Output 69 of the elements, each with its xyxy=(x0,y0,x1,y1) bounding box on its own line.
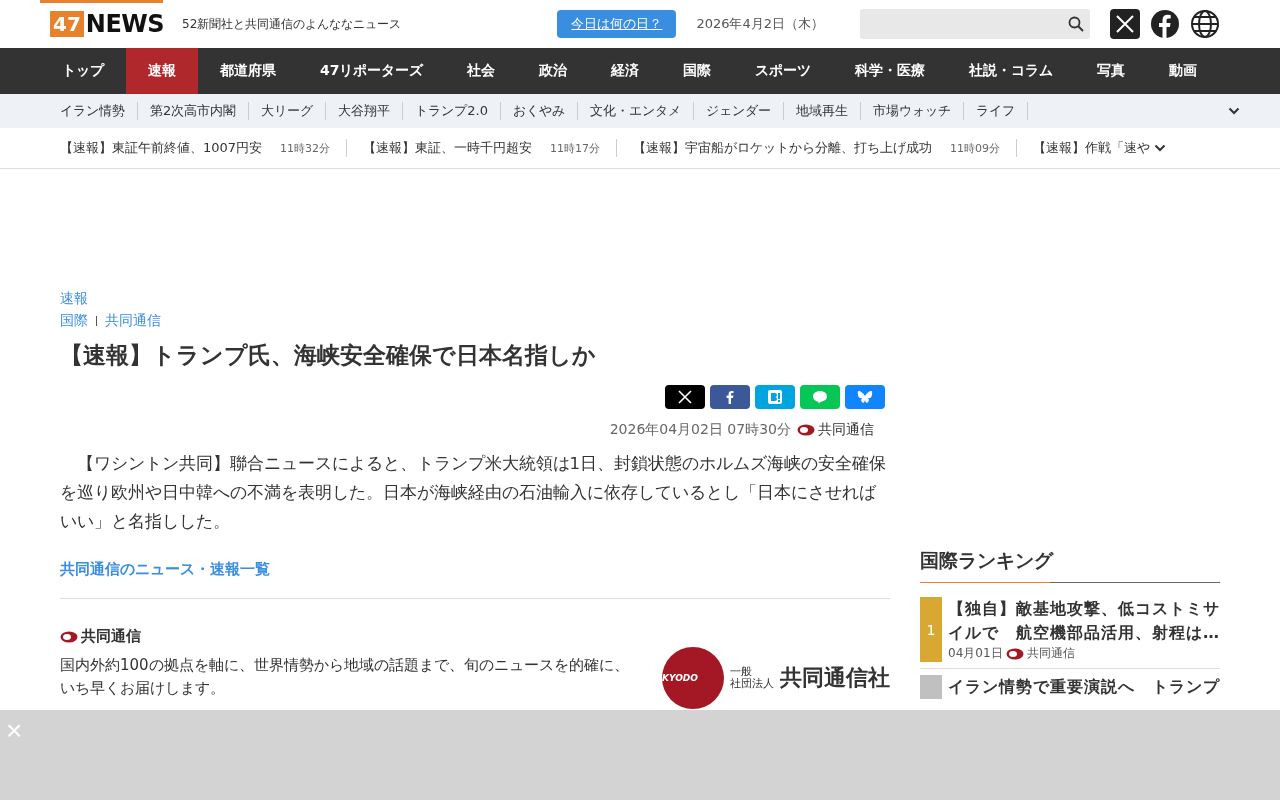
topic-link[interactable]: 第2次高市内閣 xyxy=(138,102,250,120)
ticker-time: 11時09分 xyxy=(950,141,1001,156)
breadcrumb-link[interactable]: 国際 xyxy=(60,312,88,330)
nav-tab[interactable]: 速報 xyxy=(126,48,198,94)
search-field[interactable] xyxy=(860,9,1090,39)
kyodo-logo-icon xyxy=(1005,647,1024,660)
nav-tab[interactable]: 科学・医療 xyxy=(833,48,948,94)
site-logo[interactable]: 47 NEWS xyxy=(50,10,165,38)
kyodo-logo-icon xyxy=(60,630,78,643)
ticker-time: 11時32分 xyxy=(280,141,331,156)
nav-tab[interactable]: 社説・コラム xyxy=(947,48,1076,94)
ranking-heading: 国際ランキング xyxy=(920,548,1220,583)
facebook-icon[interactable] xyxy=(1150,9,1180,39)
share-button[interactable] xyxy=(710,385,750,409)
chevron-down-icon[interactable] xyxy=(1228,107,1240,115)
ranking-headline[interactable]: 【独自】敵基地攻撃、低コストミサイルで 航空機部品活用、射程は… xyxy=(948,597,1220,645)
butterfly-icon xyxy=(857,390,873,404)
ranking-headline[interactable]: イラン情勢で重要演説へ トランプ xyxy=(948,675,1220,699)
x-logo-icon xyxy=(678,390,692,404)
category-link[interactable]: 速報 xyxy=(60,290,890,308)
bookmark-b-icon xyxy=(768,390,782,404)
nav-tab[interactable]: 写真 xyxy=(1075,48,1148,94)
topic-link[interactable]: 市場ウォッチ xyxy=(860,102,964,120)
nav-tab[interactable]: スポーツ xyxy=(733,48,834,94)
topic-link[interactable]: 大リーグ xyxy=(249,102,327,120)
ticker-headline[interactable]: 【速報】宇宙船がロケットから分離、打ち上げ成功 xyxy=(633,139,933,157)
globe-icon[interactable] xyxy=(1190,9,1220,39)
topic-link[interactable]: トランプ2.0 xyxy=(403,102,501,120)
topic-link[interactable]: 文化・エンタメ xyxy=(577,102,694,120)
ticker-time: 11時17分 xyxy=(550,141,601,156)
kyodo-logo-icon: KYODO xyxy=(662,647,724,709)
ranking-date: 04月01日 xyxy=(948,645,1003,662)
ticker-headline[interactable]: 【速報】東証、一時千円超安 xyxy=(363,139,533,157)
site-tagline: 52新聞社と共同通信のよんななニュース xyxy=(182,15,402,33)
nav-tab[interactable]: トップ xyxy=(40,48,126,94)
nav-tab[interactable]: 社会 xyxy=(445,48,518,94)
speech-bubble-icon xyxy=(812,390,828,404)
search-icon[interactable] xyxy=(1068,16,1084,32)
nav-tab[interactable]: 政治 xyxy=(517,48,590,94)
logo-small-text: 一般 社団法人 xyxy=(730,666,774,690)
nav-tab[interactable]: 経済 xyxy=(589,48,662,94)
topic-link[interactable]: 地域再生 xyxy=(783,102,861,120)
publisher-description: 国内外約100の拠点を軸に、世界情勢から地域の話題まで、旬のニュースを的確に、いち早くお届けします。 xyxy=(60,655,630,699)
article-source: 共同通信 xyxy=(818,421,874,439)
topic-link[interactable]: 大谷翔平 xyxy=(326,102,404,120)
ticker-headline[interactable]: 【速報】作戦「速や xyxy=(1033,139,1151,157)
x-logo-icon[interactable] xyxy=(1110,9,1140,39)
topic-link[interactable]: ライフ xyxy=(963,102,1028,120)
publisher-name: 共同通信 xyxy=(81,627,141,646)
nav-tab[interactable]: 都道府県 xyxy=(198,48,298,94)
article-body: 【ワシントン共同】聯合ニュースによると、トランプ米大統領は1日、封鎖状態のホルムズ海峡の安全確保を巡り欧州や日中韓への不満を表明した。日本が海峡経由の石油輸入に依存しているとし「日本にさせればいい」と名指しした。 xyxy=(60,453,887,533)
current-date: 2026年4月2日（木） xyxy=(696,15,824,33)
article-datetime: 2026年04月02日 07時30分 xyxy=(609,421,791,439)
nav-tab[interactable]: 動画 xyxy=(1147,48,1220,94)
share-button[interactable] xyxy=(665,385,705,409)
nav-tab[interactable]: 国際 xyxy=(661,48,734,94)
nav-tab[interactable]: 47リポーターズ xyxy=(298,48,446,94)
topic-link[interactable]: ジェンダー xyxy=(693,102,784,120)
rank-badge: 1 xyxy=(920,597,942,662)
ticker-headline[interactable]: 【速報】東証午前終値、1007円安 xyxy=(60,139,263,157)
logo-company-name: 共同通信社 xyxy=(780,664,890,692)
topic-link[interactable]: おくやみ xyxy=(500,102,578,120)
kyodo-logo-icon xyxy=(797,424,815,436)
chevron-down-icon[interactable] xyxy=(1154,144,1167,152)
breadcrumb-link[interactable]: 共同通信 xyxy=(105,312,161,330)
topic-link[interactable]: イラン情勢 xyxy=(48,102,138,120)
facebook-f-icon xyxy=(725,390,735,404)
article-title: 【速報】トランプ氏、海峡安全確保で日本名指しか xyxy=(60,341,597,370)
ranking-source: 共同通信 xyxy=(1026,645,1075,662)
